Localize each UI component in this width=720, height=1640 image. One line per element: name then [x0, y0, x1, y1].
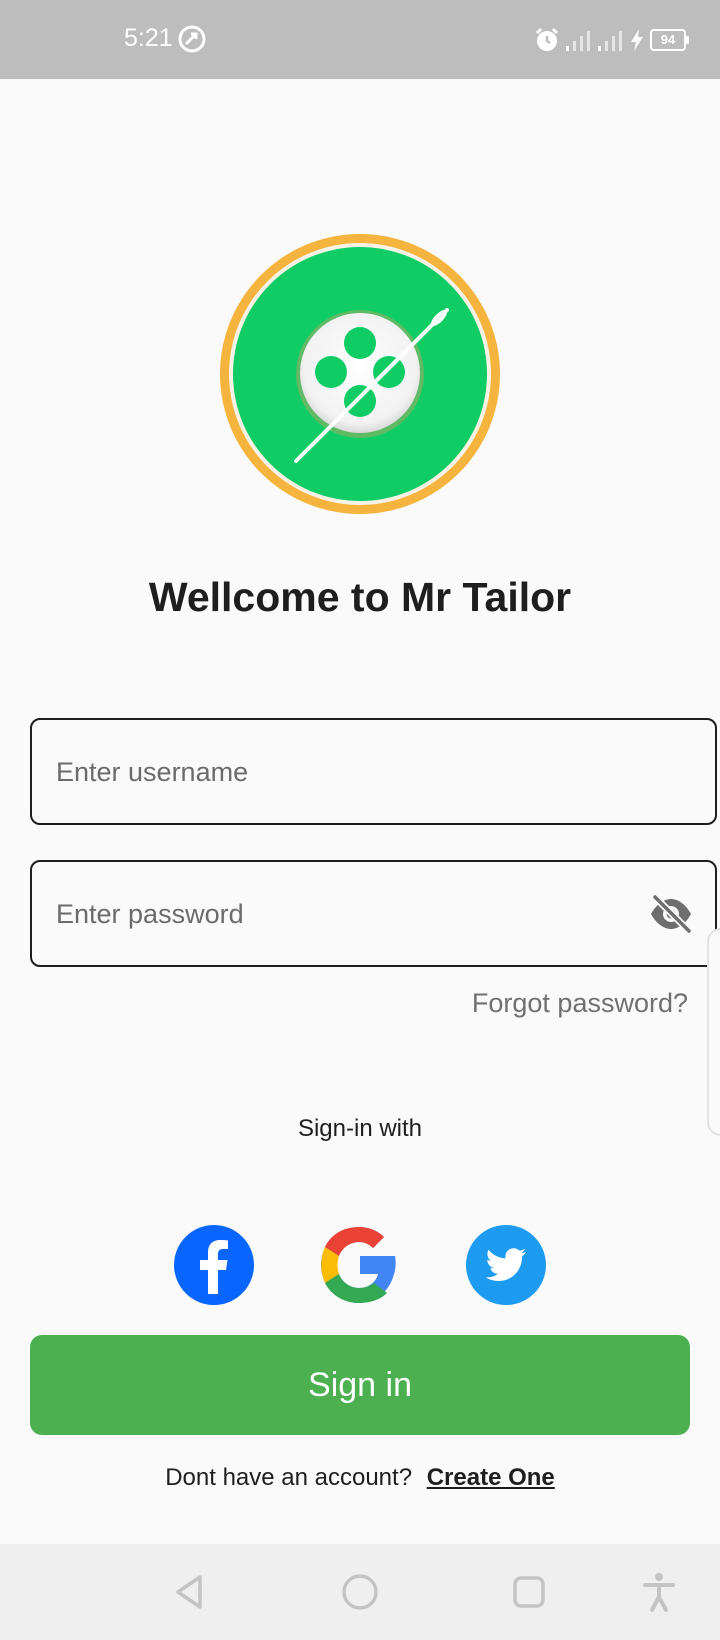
signal-icon-2	[598, 31, 622, 51]
status-bar: 5:21 94	[0, 0, 720, 79]
page-title: Wellcome to Mr Tailor	[148, 574, 572, 620]
signin-with-label: Sign-in with	[297, 1115, 423, 1142]
edge-panel-handle[interactable]	[707, 928, 720, 1136]
home-icon[interactable]	[336, 1568, 384, 1616]
create-account-link[interactable]: Create One	[427, 1464, 555, 1491]
recents-icon[interactable]	[505, 1568, 553, 1616]
app-logo	[220, 234, 500, 514]
visibility-off-icon[interactable]	[649, 894, 693, 934]
accessibility-icon[interactable]	[635, 1568, 683, 1616]
status-icons: 94	[534, 26, 689, 54]
system-nav-bar	[0, 1544, 720, 1640]
google-icon[interactable]	[319, 1224, 401, 1306]
username-field[interactable]	[30, 718, 717, 825]
status-time: 5:21	[124, 24, 173, 52]
signal-icon-1	[566, 31, 590, 51]
battery-icon: 94	[650, 29, 689, 51]
facebook-icon[interactable]	[173, 1224, 255, 1306]
twitter-icon[interactable]	[465, 1224, 547, 1306]
username-input[interactable]	[54, 720, 631, 825]
password-field[interactable]	[30, 860, 717, 967]
data-saver-icon	[178, 25, 206, 53]
forgot-password-link[interactable]: Forgot password?	[472, 988, 688, 1019]
password-input[interactable]	[54, 862, 631, 967]
charging-icon	[631, 29, 643, 51]
signin-button[interactable]: Sign in	[30, 1335, 690, 1435]
alarm-icon	[535, 27, 559, 51]
create-account-row: Dont have an account? Create One	[0, 1464, 720, 1492]
back-icon[interactable]	[166, 1568, 214, 1616]
no-account-text: Dont have an account?	[165, 1464, 413, 1491]
